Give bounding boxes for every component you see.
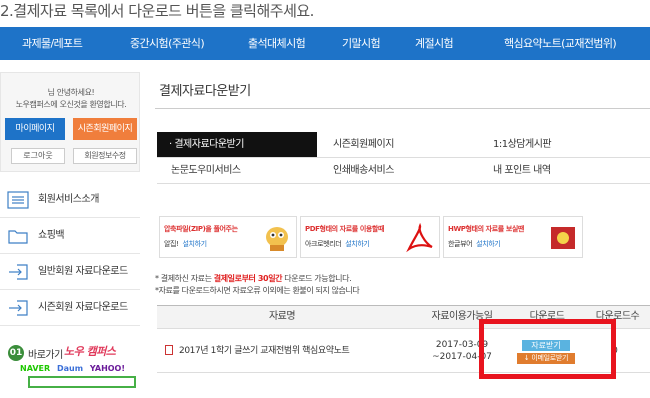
list-icon (7, 191, 29, 209)
sidebar: 님 안녕하세요! 노우캠퍼스에 오신것을 환영합니다. 마이페이지 시즌회원페이… (0, 72, 150, 398)
email-download-button[interactable]: ↓ 이메일로받기 (517, 353, 575, 364)
header-period: 자료이용가능일 (431, 311, 493, 322)
banner-hwp-link[interactable]: 설치하기 (476, 240, 501, 248)
shortcut-box: 01 바로가기 노우 캠퍼스 NAVER Daum YAHOO! (0, 342, 140, 398)
banner-hwp-viewer[interactable]: HWP형태의 자료를 보실땐 한글뷰어 설치하기 (443, 216, 583, 258)
sidebar-item-label: 쇼핑백 (38, 230, 65, 241)
banner-alzip-link[interactable]: 설치하기 (183, 240, 208, 248)
header-download-count: 다운로드수 (595, 311, 640, 322)
download-count: 0 (612, 346, 618, 356)
arrow-in-icon (9, 264, 28, 280)
banner-hwp-line2: 한글뷰어 설치하기 (448, 240, 501, 248)
alzip-mascot-icon (266, 227, 288, 251)
nav-item-season-exam[interactable]: 계절시험 (415, 27, 454, 60)
header-download: 다운로드 (529, 311, 565, 322)
shortcut-title: 바로가기 (28, 350, 63, 361)
login-box: 님 안녕하세요! 노우캠퍼스에 오신것을 환영합니다. 마이페이지 시즌회원페이… (0, 72, 140, 172)
banner-acrobat-link[interactable]: 설치하기 (345, 240, 370, 248)
sidebar-item-season-download[interactable]: 시즌회원 자료다운로드 (0, 290, 140, 326)
yahoo-logo[interactable]: YAHOO! (90, 364, 125, 373)
nav-item-report[interactable]: 과제물/레포트 (22, 27, 83, 60)
portal-logos: NAVER Daum YAHOO! (20, 364, 129, 374)
notice-text: * 결제하신 자료는 결제일로부터 30일간 다운로드 가능합니다. *자료를 … (155, 273, 360, 297)
naver-logo[interactable]: NAVER (20, 364, 50, 373)
banner-alzip[interactable]: 압축파일(ZIP)을 풀어주는 알집! 설치하기 (159, 216, 297, 258)
sidebar-item-label: 일반회원 자료다운로드 (38, 266, 128, 277)
notice-line1: * 결제하신 자료는 결제일로부터 30일간 다운로드 가능합니다. (155, 274, 352, 283)
edit-info-button[interactable]: 회원정보수정 (73, 148, 137, 164)
main-content: 결제자료다운받기 · 결제자료다운받기 시즌회원페이지 1:1상담게시판 논문도… (155, 72, 650, 398)
material-name: 2017년 1학기 글쓰기 교재전범위 핵심요약노트 (165, 329, 350, 373)
sidebar-item-shopping-bag[interactable]: 쇼핑백 (0, 218, 140, 254)
premium-page-button[interactable]: 시즌회원페이지 (73, 118, 137, 140)
search-bar[interactable] (28, 376, 136, 388)
shortcut-brand: 노우 캠퍼스 (64, 345, 116, 358)
tab-my-points[interactable]: 내 포인트 내역 (483, 158, 650, 184)
nav-item-final-exam[interactable]: 기말시험 (342, 27, 381, 60)
banner-hwp-line1: HWP형태의 자료를 보실땐 (448, 225, 524, 233)
greeting-line2: 노우캠퍼스에 오신것을 환영합니다. (15, 100, 127, 109)
page-title: 결제자료다운받기 (159, 84, 251, 99)
table-row: 2017년 1학기 글쓰기 교재전범위 핵심요약노트 2017-03-09 ~2… (157, 329, 650, 373)
download-table: 자료명 자료이용가능일 다운로드 다운로드수 2017년 1학기 글쓰기 교재전… (157, 305, 650, 373)
sidebar-item-general-download[interactable]: 일반회원 자료다운로드 (0, 254, 140, 290)
instruction-text: 2.결제자료 목록에서 다운로드 버튼을 클릭해주세요. (0, 2, 314, 20)
tab-thesis-helper[interactable]: 논문도우미서비스 (157, 158, 317, 184)
notice-line2: *자료를 다운로드하시면 자료오류 이외에는 환불이 되지 않습니다 (155, 286, 360, 295)
banner-acrobat-line1: PDF형태의 자료를 이용할때 (305, 225, 384, 233)
banner-acrobat-line2: 아크로벳리더 설치하기 (305, 240, 370, 248)
greeting-line1: 님 안녕하세요! (47, 88, 95, 97)
title-divider (155, 108, 650, 109)
folder-icon (8, 230, 28, 244)
header-name: 자료명 (268, 311, 296, 322)
top-navigation: 과제물/레포트 중간시험(주관식) 출석대체시험 기말시험 계절시험 핵심요약노… (0, 27, 650, 60)
banner-alzip-line2: 알집! 설치하기 (164, 240, 208, 248)
tab-grid: · 결제자료다운받기 시즌회원페이지 1:1상담게시판 논문도우미서비스 인쇄배… (157, 132, 650, 184)
sidebar-item-label: 시즌회원 자료다운로드 (38, 302, 128, 313)
banner-alzip-line1: 압축파일(ZIP)을 풀어주는 (164, 225, 238, 233)
pdf-file-icon (165, 344, 173, 355)
download-button[interactable]: 자료받기 (522, 340, 570, 351)
nav-item-midterm[interactable]: 중간시험(주관식) (130, 27, 205, 60)
available-period: 2017-03-09 ~2017-04-07 (432, 340, 492, 362)
sidebar-item-label: 회원서비스소개 (38, 194, 99, 205)
nav-item-summary-notes[interactable]: 핵심요약노트(교재전범위) (504, 27, 617, 60)
side-menu: 회원서비스소개 쇼핑백 일반회원 자료다운로드 시즌회원 자료다운로드 (0, 182, 140, 326)
mypage-button[interactable]: 마이페이지 (5, 118, 65, 140)
shortcut-number: 01 (8, 345, 24, 361)
tab-consult-board[interactable]: 1:1상담게시판 (483, 132, 650, 158)
tab-print-delivery[interactable]: 인쇄배송서비스 (317, 158, 483, 184)
banner-acrobat[interactable]: PDF형태의 자료를 이용할때 아크로벳리더 설치하기 (300, 216, 440, 258)
tab-payment-download[interactable]: · 결제자료다운받기 (157, 132, 317, 158)
nav-item-attendance-exam[interactable]: 출석대체시험 (248, 27, 306, 60)
tab-season-member[interactable]: 시즌회원페이지 (317, 132, 483, 158)
daum-logo[interactable]: Daum (57, 364, 83, 373)
hwp-viewer-icon (551, 227, 575, 249)
table-header: 자료명 자료이용가능일 다운로드 다운로드수 (157, 305, 650, 329)
acrobat-icon (406, 223, 433, 253)
logout-button[interactable]: 로그아웃 (11, 148, 65, 164)
arrow-in-icon (9, 300, 28, 316)
sidebar-item-service-intro[interactable]: 회원서비스소개 (0, 182, 140, 218)
